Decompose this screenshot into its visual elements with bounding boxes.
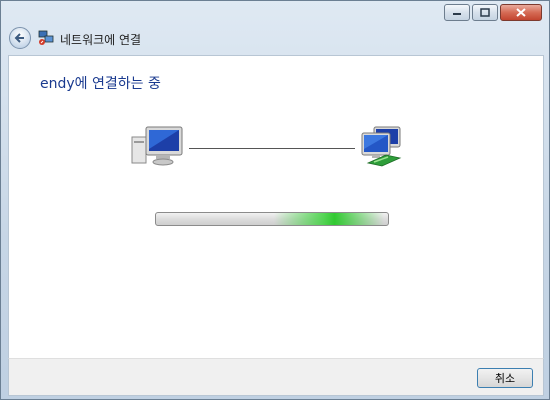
progress-marquee [274,213,384,225]
close-icon [516,8,526,17]
close-button[interactable] [500,4,542,21]
footer-bar: 취소 [8,358,544,396]
connect-to-network-window: 네트워크에 연결 endy에 연결하는 중 취소 [0,0,550,400]
connection-line [189,148,355,149]
caption-buttons [444,4,542,21]
minimize-icon [453,12,461,15]
computer-icon [131,126,183,166]
content-panel: endy에 연결하는 중 [8,55,544,358]
network-icon [361,126,402,167]
minimize-button[interactable] [444,4,470,21]
back-arrow-icon [14,33,24,43]
maximize-button[interactable] [472,4,498,21]
back-button[interactable] [9,27,31,49]
title-bar: 네트워크에 연결 [1,1,549,55]
cancel-button[interactable]: 취소 [477,368,533,388]
network-connect-icon [38,30,54,45]
maximize-icon [480,8,490,17]
connecting-heading: endy에 연결하는 중 [40,76,161,92]
connection-progress-bar [155,212,389,226]
window-title: 네트워크에 연결 [60,33,142,47]
